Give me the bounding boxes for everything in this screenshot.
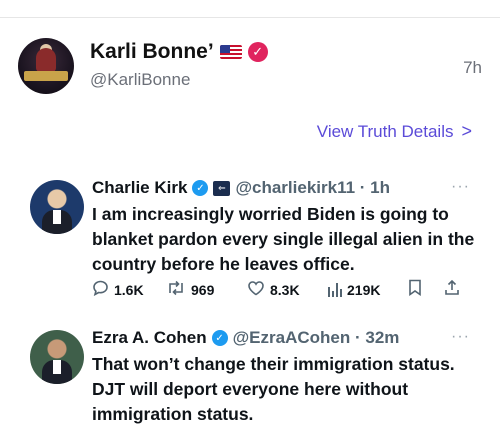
view-truth-details-label: View Truth Details	[316, 121, 454, 141]
affiliation-badge-icon: ⇐	[213, 180, 231, 196]
reply-icon	[92, 280, 109, 301]
embedded-post-header: Charlie Kirk ✓ ⇐ @charliekirk11 · 1h	[92, 178, 390, 198]
embedded-post-text: That won’t change their immigration stat…	[92, 354, 455, 424]
embedded-post-actions: 1.6K 969 8.3K 219K	[92, 279, 482, 301]
embedded-author-name[interactable]: Ezra A. Cohen	[92, 328, 207, 348]
more-options-icon[interactable]: ···	[451, 328, 470, 346]
views-button[interactable]: 219K	[328, 282, 408, 298]
avatar[interactable]	[18, 38, 74, 94]
avatar-shirt	[53, 210, 61, 224]
more-options-icon[interactable]: ···	[451, 178, 470, 196]
verified-badge-icon: ✓	[247, 42, 268, 62]
reply-count: 1.6K	[114, 282, 144, 298]
repost-icon	[166, 280, 186, 301]
us-flag-icon	[219, 45, 242, 59]
avatar-shirt	[53, 360, 61, 374]
avatar[interactable]	[30, 330, 84, 384]
bookmark-button[interactable]	[408, 279, 444, 301]
avatar-figure-body	[36, 48, 56, 72]
top-divider	[0, 17, 500, 18]
embedded-post-text: I am increasingly worried Biden is going…	[92, 204, 475, 274]
repost-button[interactable]: 969	[166, 280, 247, 301]
share-button[interactable]	[444, 279, 474, 301]
verified-badge-icon: ✓	[211, 330, 228, 346]
author-handle[interactable]: @KarliBonne	[90, 70, 190, 90]
author-display-name[interactable]: Karli Bonne’	[90, 40, 214, 64]
view-truth-details-link[interactable]: View Truth Details >	[317, 121, 472, 142]
heart-icon	[247, 280, 265, 301]
views-count: 219K	[347, 282, 381, 298]
chevron-right-icon: >	[461, 121, 472, 141]
repost-count: 969	[191, 282, 215, 298]
like-button[interactable]: 8.3K	[247, 280, 328, 301]
avatar[interactable]	[30, 180, 84, 234]
like-count: 8.3K	[270, 282, 300, 298]
post-timestamp: 7h	[463, 58, 482, 77]
embedded-author-handle[interactable]: @charliekirk11 · 1h	[235, 178, 390, 198]
avatar-logo-band	[24, 71, 68, 81]
embedded-post-header: Ezra A. Cohen ✓ @EzraACohen · 32m	[92, 328, 399, 348]
embedded-author-name[interactable]: Charlie Kirk	[92, 178, 187, 198]
verified-badge-icon: ✓	[192, 180, 209, 196]
author-name-row[interactable]: Karli Bonne’ ✓	[90, 40, 268, 64]
embedded-author-handle[interactable]: @EzraACohen · 32m	[233, 328, 400, 348]
bookmark-icon	[408, 279, 422, 301]
reply-button[interactable]: 1.6K	[92, 280, 166, 301]
bar-chart-icon	[328, 283, 342, 297]
share-icon	[444, 279, 460, 301]
